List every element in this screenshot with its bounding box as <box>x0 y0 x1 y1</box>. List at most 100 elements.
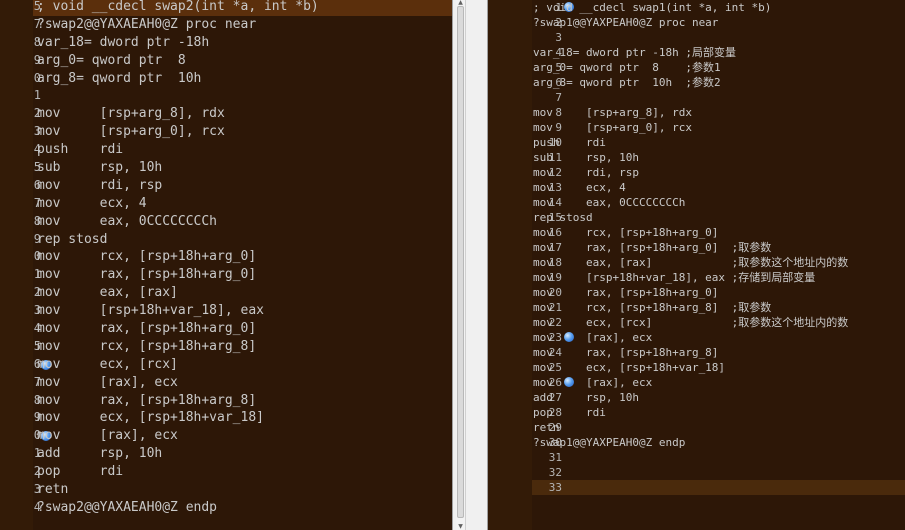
code-line[interactable]: 4 ?swap2@@YAXAEAH0@Z endp <box>33 499 452 517</box>
code-line[interactable]: 2 ?swap1@@YAXPEAH0@Z proc near <box>532 15 905 30</box>
code-line[interactable]: 1; void __cdecl swap1(int *a, int *b) <box>532 0 905 15</box>
code-text: mov rdi, rsp <box>533 166 639 179</box>
code-text: mov rcx, [rsp+18h+arg_0] <box>533 226 719 239</box>
code-line[interactable]: 6 mov ecx, [rcx] <box>33 356 452 374</box>
code-line[interactable]: 2 pop rdi <box>33 463 452 481</box>
code-line[interactable]: 19 mov [rsp+18h+var_18], eax ;存储到局部变量 <box>532 270 905 285</box>
code-line[interactable]: 25 mov ecx, [rsp+18h+var_18] <box>532 360 905 375</box>
code-line[interactable]: 6 mov rdi, rsp <box>33 177 452 195</box>
code-line[interactable]: 21 mov rcx, [rsp+18h+arg_8] ;取参数 <box>532 300 905 315</box>
code-line[interactable]: 2 mov eax, [rax] <box>33 284 452 302</box>
code-line[interactable]: 10 push rdi <box>532 135 905 150</box>
code-text: mov rax, [rsp+18h+arg_0] <box>533 286 719 299</box>
code-text: mov [rsp+18h+var_18], eax ;存储到局部变量 <box>533 271 816 284</box>
code-line[interactable]: 1 add rsp, 10h <box>33 445 452 463</box>
code-line[interactable]: 4 mov rax, [rsp+18h+arg_0] <box>33 320 452 338</box>
code-line[interactable]: 30 ?swap1@@YAXPEAH0@Z endp <box>532 435 905 450</box>
code-line[interactable]: 8 var_18= dword ptr -18h <box>33 34 452 52</box>
code-line[interactable]: 5 mov rcx, [rsp+18h+arg_8] <box>33 338 452 356</box>
code-text: mov [rsp+arg_0], rcx <box>37 124 225 140</box>
left-code-area[interactable]: 5; void __cdecl swap2(int *a, int *b) 7 ?s… <box>33 0 452 517</box>
code-text: push rdi <box>533 136 606 149</box>
code-text: ; void __cdecl swap1(int *a, int *b) <box>533 1 772 14</box>
code-line[interactable]: 8 mov eax, 0CCCCCCCCh <box>33 213 452 231</box>
code-line[interactable]: 11 sub rsp, 10h <box>532 150 905 165</box>
code-line[interactable]: 9 rep stosd <box>33 231 452 249</box>
code-line[interactable]: 4 var_18= dword ptr -18h ;局部变量 <box>532 45 905 60</box>
code-line[interactable]: 3 mov [rsp+18h+var_18], eax <box>33 302 452 320</box>
code-text: pop rdi <box>37 464 124 480</box>
code-line[interactable]: 24 mov rax, [rsp+18h+arg_8] <box>532 345 905 360</box>
code-line[interactable]: 3 retn <box>33 481 452 499</box>
code-line[interactable]: 9 arg_0= qword ptr 8 <box>33 52 452 70</box>
left-editor-pane[interactable]: 5; void __cdecl swap2(int *a, int *b) 7 ?s… <box>0 0 452 530</box>
code-line[interactable]: 9 mov [rsp+arg_0], rcx <box>532 120 905 135</box>
code-text: mov rcx, [rsp+18h+arg_8] ;取参数 <box>533 301 772 314</box>
code-line[interactable]: 32 <box>532 465 905 480</box>
code-text: rep stosd <box>533 211 593 224</box>
code-text: ?swap2@@YAXAEAH0@Z endp <box>37 499 218 515</box>
code-line[interactable]: 16 mov rcx, [rsp+18h+arg_0] <box>532 225 905 240</box>
right-code-area[interactable]: 1; void __cdecl swap1(int *a, int *b) 2 ?s… <box>532 0 905 495</box>
code-line[interactable]: 5 sub rsp, 10h <box>33 159 452 177</box>
code-line[interactable]: 13 mov ecx, 4 <box>532 180 905 195</box>
code-line[interactable]: 0 arg_8= qword ptr 10h <box>33 70 452 88</box>
code-text: mov rax, [rsp+18h+arg_0] <box>37 267 257 283</box>
line-number: 1 <box>33 88 41 103</box>
pane-splitter[interactable]: ▲ ▼ <box>452 0 488 530</box>
splitter-edge <box>452 0 453 530</box>
code-text: add rsp, 10h <box>37 446 163 462</box>
scroll-down-arrow-icon[interactable]: ▼ <box>456 524 465 530</box>
code-line[interactable]: 6 arg_8= qword ptr 10h ;参数2 <box>532 75 905 90</box>
code-line[interactable]: 33 <box>532 480 905 495</box>
code-line[interactable]: 26 mov [rax], ecx <box>532 375 905 390</box>
code-line[interactable]: 3 <box>532 30 905 45</box>
code-line[interactable]: 14 mov eax, 0CCCCCCCCh <box>532 195 905 210</box>
code-line[interactable]: 31 <box>532 450 905 465</box>
code-line[interactable]: 23 mov [rax], ecx <box>532 330 905 345</box>
code-text: pop rdi <box>533 406 606 419</box>
code-text: mov ecx, [rsp+18h+var_18] <box>533 361 726 374</box>
code-line[interactable]: 2 mov [rsp+arg_8], rdx <box>33 105 452 123</box>
left-pane-scrollbar[interactable]: ▲ ▼ <box>456 0 466 530</box>
code-text: mov [rax], ecx <box>533 331 653 344</box>
code-line[interactable]: 17 mov rax, [rsp+18h+arg_0] ;取参数 <box>532 240 905 255</box>
code-line[interactable]: 3 mov [rsp+arg_0], rcx <box>33 123 452 141</box>
code-line[interactable]: 18 mov eax, [rax] ;取参数这个地址内的数 <box>532 255 905 270</box>
right-editor-pane[interactable]: 1; void __cdecl swap1(int *a, int *b) 2 ?s… <box>488 0 905 530</box>
code-text: mov ecx, [rsp+18h+var_18] <box>37 410 264 426</box>
code-line[interactable]: 5; void __cdecl swap2(int *a, int *b) <box>33 0 452 16</box>
code-text: mov rcx, [rsp+18h+arg_0] <box>37 249 257 265</box>
code-line[interactable]: 8 mov rax, [rsp+18h+arg_8] <box>33 392 452 410</box>
right-line-number-gutter[interactable] <box>488 0 532 530</box>
code-text: arg_8= qword ptr 10h ;参数2 <box>533 76 721 89</box>
code-line[interactable]: 8 mov [rsp+arg_8], rdx <box>532 105 905 120</box>
code-text: sub rsp, 10h <box>533 151 639 164</box>
code-line[interactable]: 7 <box>532 90 905 105</box>
code-line[interactable]: 12 mov rdi, rsp <box>532 165 905 180</box>
code-line[interactable]: 5 arg_0= qword ptr 8 ;参数1 <box>532 60 905 75</box>
code-line[interactable]: 22 mov ecx, [rcx] ;取参数这个地址内的数 <box>532 315 905 330</box>
code-line[interactable]: 7 mov [rax], ecx <box>33 374 452 392</box>
code-line[interactable]: 29 retn <box>532 420 905 435</box>
code-line[interactable]: 4 push rdi <box>33 141 452 159</box>
code-text: retn <box>533 421 560 434</box>
code-line[interactable]: 0 mov rcx, [rsp+18h+arg_0] <box>33 248 452 266</box>
code-text: mov ecx, [rcx] ;取参数这个地址内的数 <box>533 316 849 329</box>
code-line[interactable]: 9 mov ecx, [rsp+18h+var_18] <box>33 409 452 427</box>
code-text: arg_0= qword ptr 8 <box>37 52 186 68</box>
code-text: mov rdi, rsp <box>37 177 163 193</box>
code-line[interactable]: 0 mov [rax], ecx <box>33 427 452 445</box>
code-line[interactable]: 28 pop rdi <box>532 405 905 420</box>
code-text: mov [rsp+18h+var_18], eax <box>37 303 264 319</box>
code-text: mov [rax], ecx <box>37 428 178 444</box>
scrollbar-thumb[interactable] <box>457 6 464 518</box>
code-line[interactable]: 7 ?swap2@@YAXAEAH0@Z proc near <box>33 16 452 34</box>
code-line[interactable]: 27 add rsp, 10h <box>532 390 905 405</box>
code-line[interactable]: 1 mov rax, [rsp+18h+arg_0] <box>33 266 452 284</box>
code-line[interactable]: 7 mov ecx, 4 <box>33 195 452 213</box>
code-line[interactable]: 15 rep stosd <box>532 210 905 225</box>
code-line[interactable]: 1 <box>33 87 452 105</box>
code-text: arg_0= qword ptr 8 ;参数1 <box>533 61 721 74</box>
code-line[interactable]: 20 mov rax, [rsp+18h+arg_0] <box>532 285 905 300</box>
